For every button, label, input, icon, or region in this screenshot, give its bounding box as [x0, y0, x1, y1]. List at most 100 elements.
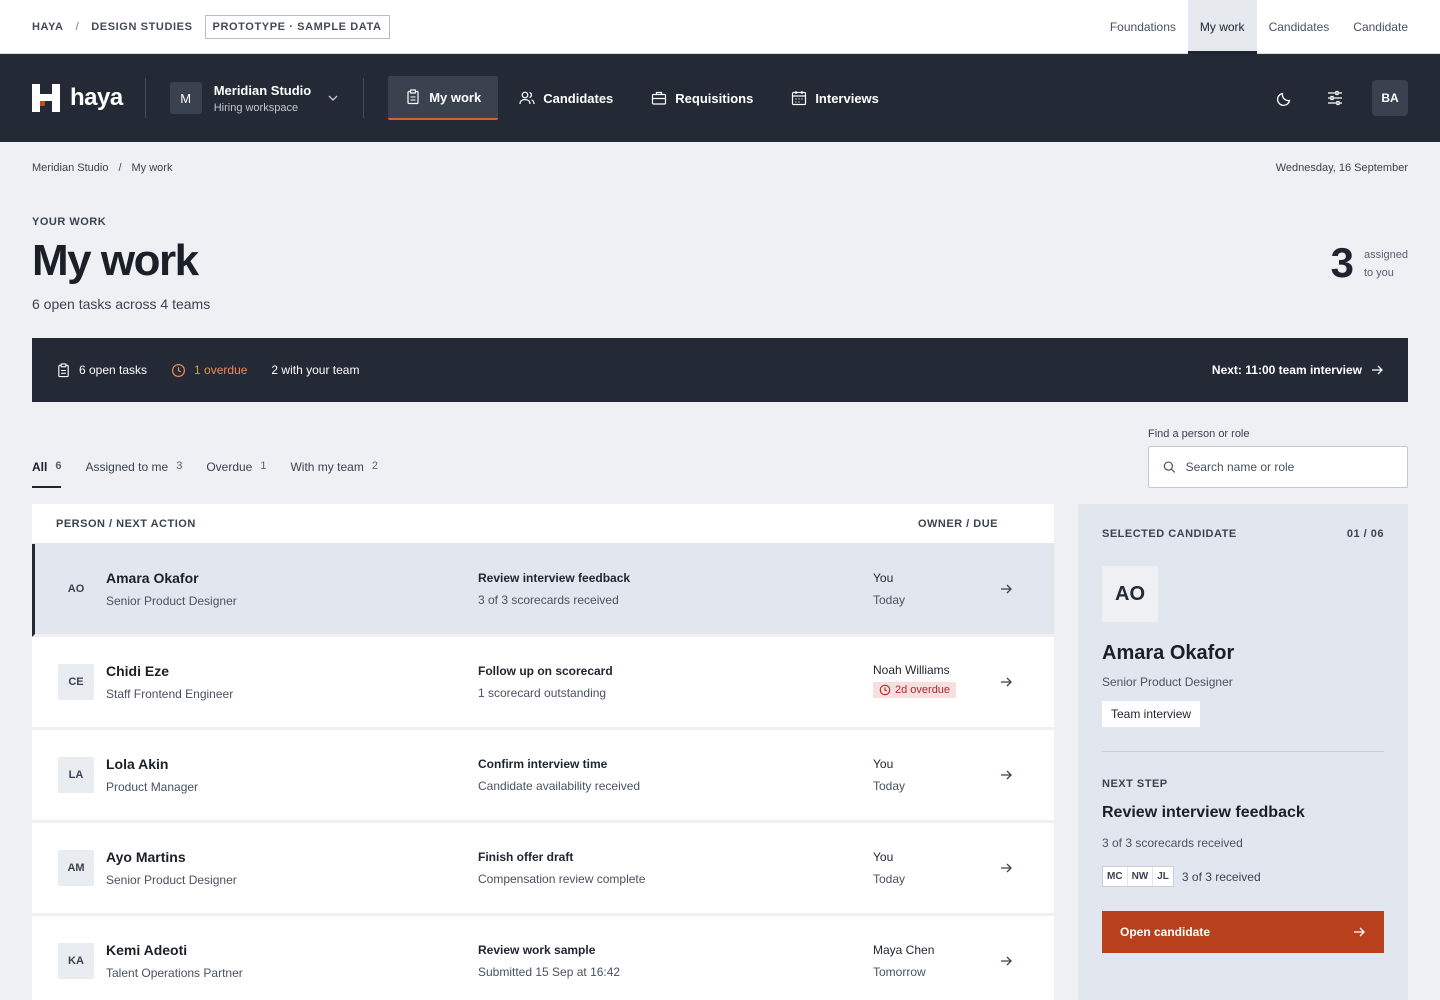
- user-avatar[interactable]: BA: [1372, 80, 1408, 116]
- arrow-right-icon: [1372, 365, 1383, 375]
- person-name: Ayo Martins: [106, 849, 186, 865]
- person-name: Chidi Eze: [106, 663, 170, 679]
- assigned-label: assigned: [1363, 249, 1408, 261]
- open-candidate-label: Open candidate: [1120, 925, 1211, 939]
- next-action: Follow up on scorecard: [478, 664, 613, 678]
- arrow-right-icon[interactable]: [999, 582, 1013, 596]
- avatar: AO: [67, 583, 85, 595]
- breadcrumb-item-workspace[interactable]: Meridian Studio: [32, 162, 108, 174]
- person-role: Senior Product Designer: [106, 873, 237, 887]
- logo-text: haya: [70, 84, 123, 111]
- search-input[interactable]: [1185, 460, 1393, 474]
- next-step-eyebrow: NEXT STEP: [1102, 778, 1168, 790]
- next-event-link[interactable]: Next: 11:00 team interview: [1212, 363, 1384, 377]
- clipboard-icon: [407, 89, 419, 105]
- panel-position: 01 / 06: [1346, 528, 1384, 540]
- candidate-role: Senior Product Designer: [1102, 675, 1233, 689]
- proto-crumb-separator: /: [75, 20, 80, 33]
- arrow-right-icon: [1354, 927, 1365, 937]
- tab-with-my-team[interactable]: With my team 2: [290, 460, 377, 488]
- action-detail: 1 scorecard outstanding: [478, 686, 607, 700]
- prototype-breadcrumb: HAYA / DESIGN STUDIES PROTOTYPE · SAMPLE…: [32, 14, 390, 39]
- nav-interviews[interactable]: Interviews: [774, 76, 896, 120]
- action-detail: Compensation review complete: [478, 872, 646, 886]
- workspace-switcher[interactable]: M Meridian Studio Hiring workspace: [146, 82, 364, 114]
- table-row[interactable]: LA Lola Akin Product Manager Confirm int…: [32, 730, 1054, 823]
- person-name: Kemi Adeoti: [106, 942, 188, 958]
- reviewers: MC NW JL 3 of 3 received: [1102, 866, 1384, 887]
- arrow-right-icon[interactable]: [999, 954, 1013, 968]
- proto-tab-candidate[interactable]: Candidate: [1341, 0, 1420, 54]
- open-candidate-button[interactable]: Open candidate: [1102, 911, 1384, 953]
- action-detail: Candidate availability received: [478, 779, 641, 793]
- arrow-right-icon[interactable]: [999, 861, 1013, 875]
- person-name: Amara Okafor: [106, 570, 199, 586]
- page-title: My work: [32, 236, 199, 285]
- candidate-name: Amara Okafor: [1102, 642, 1235, 664]
- table-row[interactable]: AO Amara Okafor Senior Product Designer …: [32, 544, 1054, 637]
- nav-my-work[interactable]: My work: [388, 76, 499, 120]
- arrow-right-icon[interactable]: [999, 675, 1013, 689]
- person-role: Senior Product Designer: [106, 594, 237, 608]
- action-detail: 3 of 3 scorecards received: [478, 593, 619, 607]
- workspace-avatar: M: [169, 82, 202, 114]
- overdue-badge: 2d overdue: [873, 682, 957, 698]
- summary-overdue[interactable]: 1 overdue: [171, 363, 247, 378]
- summary-with-team[interactable]: 2 with your team: [271, 363, 359, 377]
- summary-open-tasks-label: 6 open tasks: [79, 363, 148, 377]
- prototype-bar: HAYA / DESIGN STUDIES PROTOTYPE · SAMPLE…: [0, 0, 1440, 54]
- tab-assigned-to-me[interactable]: Assigned to me 3: [85, 460, 182, 488]
- stage-tag: Team interview: [1102, 701, 1201, 727]
- table-header: PERSON / NEXT ACTION OWNER / DUE: [32, 504, 1054, 544]
- header-divider: [363, 78, 365, 118]
- workspace-subtitle: Hiring workspace: [213, 101, 299, 114]
- clipboard-icon: [58, 362, 69, 377]
- proto-tab-foundations[interactable]: Foundations: [1098, 0, 1188, 54]
- tab-count: 1: [260, 460, 267, 472]
- avatar: AO: [1102, 566, 1158, 622]
- person-name: Lola Akin: [106, 756, 169, 772]
- prototype-tag: PROTOTYPE · SAMPLE DATA: [204, 14, 390, 39]
- app-header: haya M Meridian Studio Hiring workspace …: [0, 54, 1440, 142]
- nav-requisitions[interactable]: Requisitions: [634, 76, 770, 120]
- next-action: Review work sample: [478, 943, 596, 957]
- table-row[interactable]: CE Chidi Eze Staff Frontend Engineer Fol…: [32, 637, 1054, 730]
- panel-eyebrow: SELECTED CANDIDATE: [1102, 528, 1237, 540]
- table-row[interactable]: KA Kemi Adeoti Talent Operations Partner…: [32, 916, 1054, 1000]
- proto-tab-candidates[interactable]: Candidates: [1257, 0, 1342, 54]
- sliders-icon[interactable]: [1322, 85, 1348, 111]
- tab-overdue[interactable]: Overdue 1: [206, 460, 266, 488]
- next-action: Confirm interview time: [478, 757, 608, 771]
- clock-icon: [172, 363, 186, 377]
- tab-count: 2: [371, 460, 378, 472]
- arrow-right-icon[interactable]: [999, 768, 1013, 782]
- page-subtitle: 6 open tasks across 4 teams: [32, 296, 211, 312]
- person-role: Staff Frontend Engineer: [106, 687, 234, 701]
- assigned-label-2: to you: [1363, 267, 1394, 279]
- proto-crumb-design-studies[interactable]: DESIGN STUDIES: [91, 21, 192, 33]
- person-role: Product Manager: [106, 780, 199, 794]
- table-row[interactable]: AM Ayo Martins Senior Product Designer F…: [32, 823, 1054, 916]
- tab-count: 3: [176, 460, 183, 472]
- due: Today: [873, 872, 906, 886]
- avatar: AM: [58, 850, 94, 886]
- moon-icon[interactable]: [1272, 85, 1298, 111]
- calendar-icon: [792, 91, 807, 106]
- tab-all[interactable]: All 6: [32, 460, 62, 488]
- due: 2d overdue: [895, 684, 951, 696]
- divider: [1102, 751, 1384, 752]
- proto-crumb-haya[interactable]: HAYA: [32, 21, 64, 33]
- logo[interactable]: haya: [32, 84, 123, 112]
- nav-label: My work: [429, 89, 482, 105]
- task-table: PERSON / NEXT ACTION OWNER / DUE AO Amar…: [32, 504, 1054, 1000]
- haya-logo-icon: [32, 84, 60, 112]
- owner: Noah Williams: [873, 663, 950, 677]
- briefcase-icon: [652, 91, 667, 105]
- nav-candidates[interactable]: Candidates: [502, 76, 630, 120]
- tab-label: With my team: [290, 460, 364, 474]
- next-step-detail: 3 of 3 scorecards received: [1102, 836, 1243, 850]
- due: Today: [873, 593, 906, 607]
- current-date: Wednesday, 16 September: [1275, 162, 1408, 174]
- summary-strip: 6 open tasks 1 overdue 2 with your team …: [32, 338, 1408, 402]
- proto-tab-my-work[interactable]: My work: [1187, 0, 1257, 54]
